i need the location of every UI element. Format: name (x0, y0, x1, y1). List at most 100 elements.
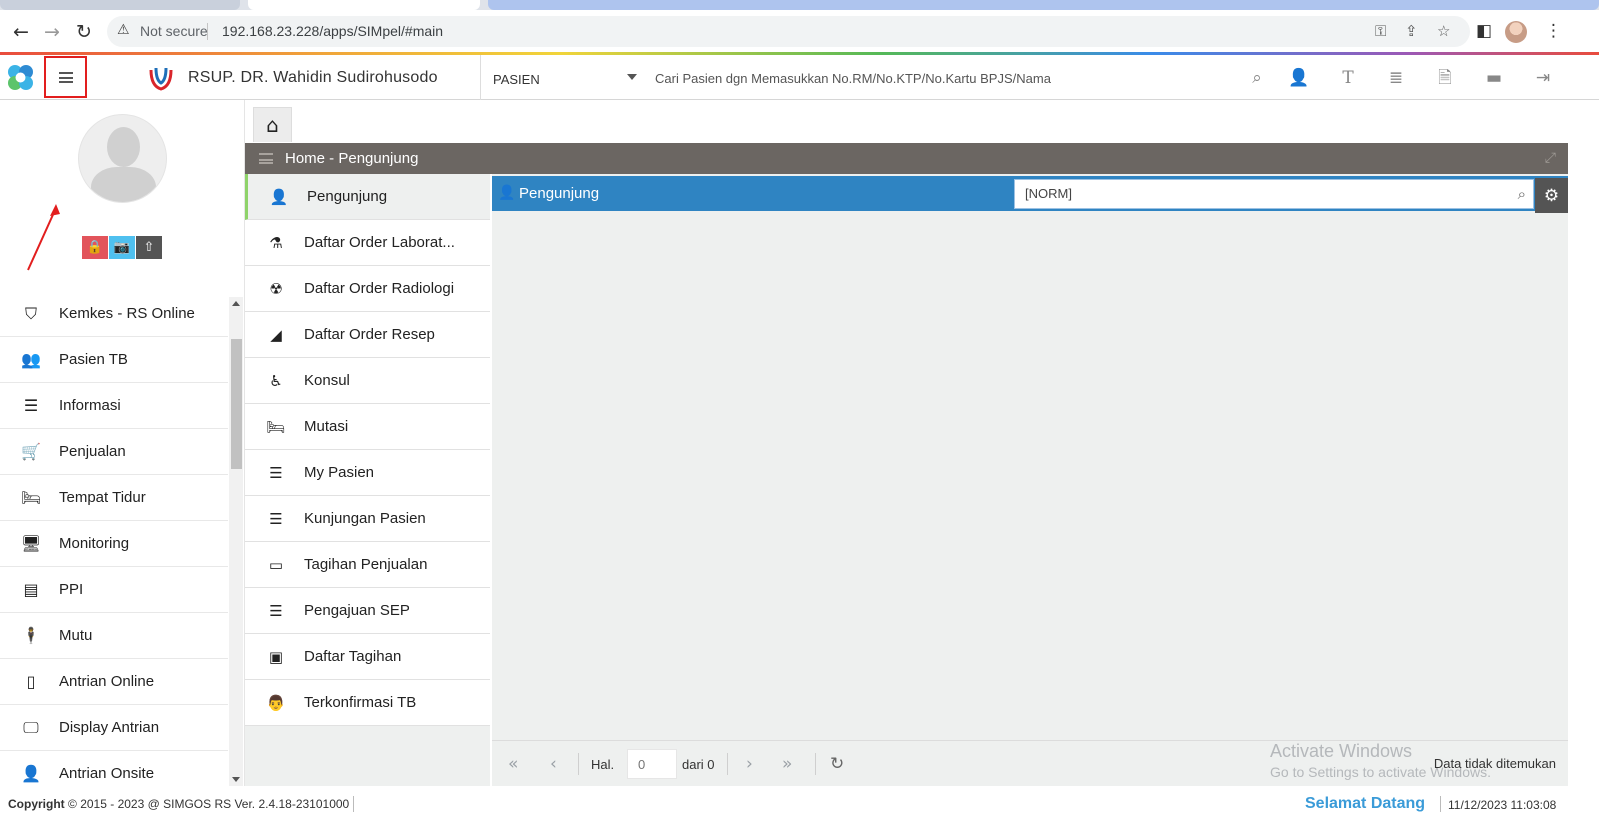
sidebar-item-antrian-online[interactable]: ▯ Antrian Online (0, 659, 228, 705)
last-page-icon[interactable]: » (782, 754, 792, 774)
sign-out-icon[interactable]: ⇥ (1532, 67, 1554, 89)
avatar-actions: 🔒 📷 ⇧ (82, 236, 162, 259)
shield-icon: ⛉ (24, 304, 37, 323)
sidebar-item-mutu[interactable]: 🕴 Mutu (0, 613, 228, 659)
reload-icon[interactable]: ↻ (72, 20, 96, 44)
sidebar-item-monitoring[interactable]: 🖥 Monitoring (0, 521, 228, 567)
submenu-item-tagihan-penjualan[interactable]: ▭ Tagihan Penjualan (245, 542, 490, 588)
panel-menu-icon[interactable] (259, 153, 273, 164)
submenu-item-daftar-order-laboratorium[interactable]: ⚗ Daftar Order Laborat... (245, 220, 490, 266)
sidebar-item-label: Kemkes - RS Online (59, 305, 195, 322)
lock-icon[interactable]: 🔒 (82, 236, 108, 259)
sidebar-item-informasi[interactable]: ☰ Informasi (0, 383, 228, 429)
search-type-select[interactable]: PASIEN (493, 72, 540, 87)
sidebar-item-tempat-tidur[interactable]: 🛏 Tempat Tidur (0, 475, 228, 521)
sidebar-item-antrian-onsite[interactable]: 👤 Antrian Onsite (0, 751, 228, 786)
browser-tab-strip (0, 0, 1599, 10)
sidebar-item-display-antrian[interactable]: 🖵 Display Antrian (0, 705, 228, 751)
search-icon[interactable]: ⌕ (1246, 67, 1268, 89)
welcome-text: Selamat Datang (1305, 795, 1426, 812)
sidebar-item-ppi[interactable]: ▤ PPI (0, 567, 228, 613)
first-page-icon[interactable]: « (508, 754, 518, 774)
browser-tab-active[interactable] (248, 0, 480, 10)
prev-page-icon[interactable]: ‹ (550, 754, 557, 774)
next-page-icon[interactable]: › (746, 754, 753, 774)
folder-icon[interactable]: ▬ (1483, 67, 1505, 89)
key-icon[interactable]: ⚿ (1375, 22, 1386, 40)
annotation-arrow (27, 204, 60, 271)
norm-search-input[interactable] (1025, 186, 1505, 201)
forward-arrow-icon[interactable]: → (40, 20, 64, 44)
empty-status: Data tidak ditemukan (1433, 756, 1556, 771)
star-icon[interactable]: ☆ (1437, 22, 1450, 40)
sidebar-item-label: Display Antrian (59, 719, 160, 736)
sidebar-item-penjualan[interactable]: 🛒 Penjualan (0, 429, 228, 475)
profile-avatar[interactable] (1505, 21, 1527, 43)
list-icon: ☰ (269, 510, 283, 528)
text-icon[interactable]: T (1337, 67, 1359, 89)
display-icon: 🖵 (23, 718, 39, 737)
panel-title: Home - Pengunjung (285, 150, 419, 167)
submenu-item-mutasi[interactable]: 🛏 Mutasi (245, 404, 490, 450)
address-bar[interactable]: ⚠ Not secure 192.168.23.228/apps/SIMpel/… (107, 16, 1470, 47)
copyright: Copyright © 2015 - 2023 @ SIMGOS RS Ver.… (8, 797, 349, 811)
eraser-icon: ◢ (270, 326, 282, 344)
sidebar-scrollbar[interactable] (229, 297, 243, 786)
hospital-name: RSUP. DR. Wahidin Sudirohusodo (188, 69, 438, 86)
expand-icon[interactable]: ⤢ (1545, 150, 1556, 166)
scroll-down-icon[interactable] (232, 777, 240, 782)
submenu-item-my-pasien[interactable]: ☰ My Pasien (245, 450, 490, 496)
scroll-up-icon[interactable] (232, 301, 240, 306)
wheelchair-icon: ♿ (269, 372, 283, 390)
side-panel-icon[interactable]: ◧ (1476, 21, 1492, 41)
submenu-item-daftar-tagihan[interactable]: ▣ Daftar Tagihan (245, 634, 490, 680)
mobile-icon: ▯ (26, 672, 36, 691)
content-title: Pengunjung (519, 185, 600, 202)
flask-icon: ⚗ (269, 234, 283, 252)
settings-button[interactable]: ⚙ (1535, 178, 1568, 213)
browser-tab[interactable] (0, 0, 240, 10)
warning-icon: ⚠ (117, 22, 130, 38)
refresh-icon[interactable]: ↻ (830, 754, 844, 774)
gear-icon: ⚙ (1543, 185, 1560, 206)
submenu-item-pengunjung[interactable]: 👤 Pengunjung (245, 174, 490, 220)
submenu-item-label: Mutasi (304, 418, 349, 435)
back-arrow-icon[interactable]: ← (9, 20, 33, 44)
page-label: Hal. (591, 757, 615, 772)
share-icon[interactable]: ⇪ (1405, 22, 1418, 40)
camera-icon[interactable]: 📷 (109, 236, 135, 259)
header-divider (480, 55, 481, 100)
more-menu-icon[interactable]: ⋮ (1545, 21, 1562, 41)
chevron-down-icon[interactable] (627, 74, 637, 80)
submenu-item-daftar-order-resep[interactable]: ◢ Daftar Order Resep (245, 312, 490, 358)
submenu-item-konsul[interactable]: ♿ Konsul (245, 358, 490, 404)
sidebar-item-label: Informasi (59, 397, 121, 414)
submenu-item-label: Daftar Order Laborat... (304, 234, 455, 251)
url-text[interactable]: 192.168.23.228/apps/SIMpel/#main (222, 23, 443, 39)
add-user-icon[interactable]: 👤 (1288, 67, 1310, 89)
upload-icon[interactable]: ⇧ (136, 236, 162, 259)
search-icon[interactable]: ⌕ (1518, 185, 1526, 203)
list-icon[interactable]: ≣ (1385, 67, 1407, 89)
id-card-icon: ▤ (23, 580, 39, 599)
submenu-item-daftar-order-radiologi[interactable]: ☢ Daftar Order Radiologi (245, 266, 490, 312)
sidebar-item-kemkes-rs-online[interactable]: ⛉ Kemkes - RS Online (0, 291, 228, 337)
submenu-item-kunjungan-pasien[interactable]: ☰ Kunjungan Pasien (245, 496, 490, 542)
bed-icon: 🛏 (266, 418, 286, 436)
left-sidebar: 🔒 📷 ⇧ ⛉ Kemkes - RS Online 👥 Pasien TB ☰… (0, 100, 245, 786)
submenu-item-pengajuan-sep[interactable]: ☰ Pengajuan SEP (245, 588, 490, 634)
patient-search-input[interactable] (655, 64, 1225, 92)
hamburger-menu-button[interactable] (44, 56, 87, 98)
content-panel: 👤 Pengunjung ⌕ ⚙ « ‹ Hal. dari 0 › » ↻ A… (492, 174, 1568, 786)
submenu-item-label: Konsul (304, 372, 350, 389)
sidebar-item-label: Monitoring (59, 535, 130, 552)
app-header: RSUP. DR. Wahidin Sudirohusodo PASIEN ⌕ … (0, 55, 1599, 100)
home-icon[interactable]: ⌂ (253, 107, 292, 142)
page-number-input[interactable] (627, 749, 677, 779)
scrollbar-thumb[interactable] (231, 339, 242, 469)
sidebar-item-pasien-tb[interactable]: 👥 Pasien TB (0, 337, 228, 383)
pdf-icon[interactable]: 🗎 (1434, 67, 1456, 89)
avatar-body (91, 167, 156, 202)
app-logo[interactable] (4, 61, 37, 94)
submenu-item-terkonfirmasi-tb[interactable]: 👨 Terkonfirmasi TB (245, 680, 490, 726)
